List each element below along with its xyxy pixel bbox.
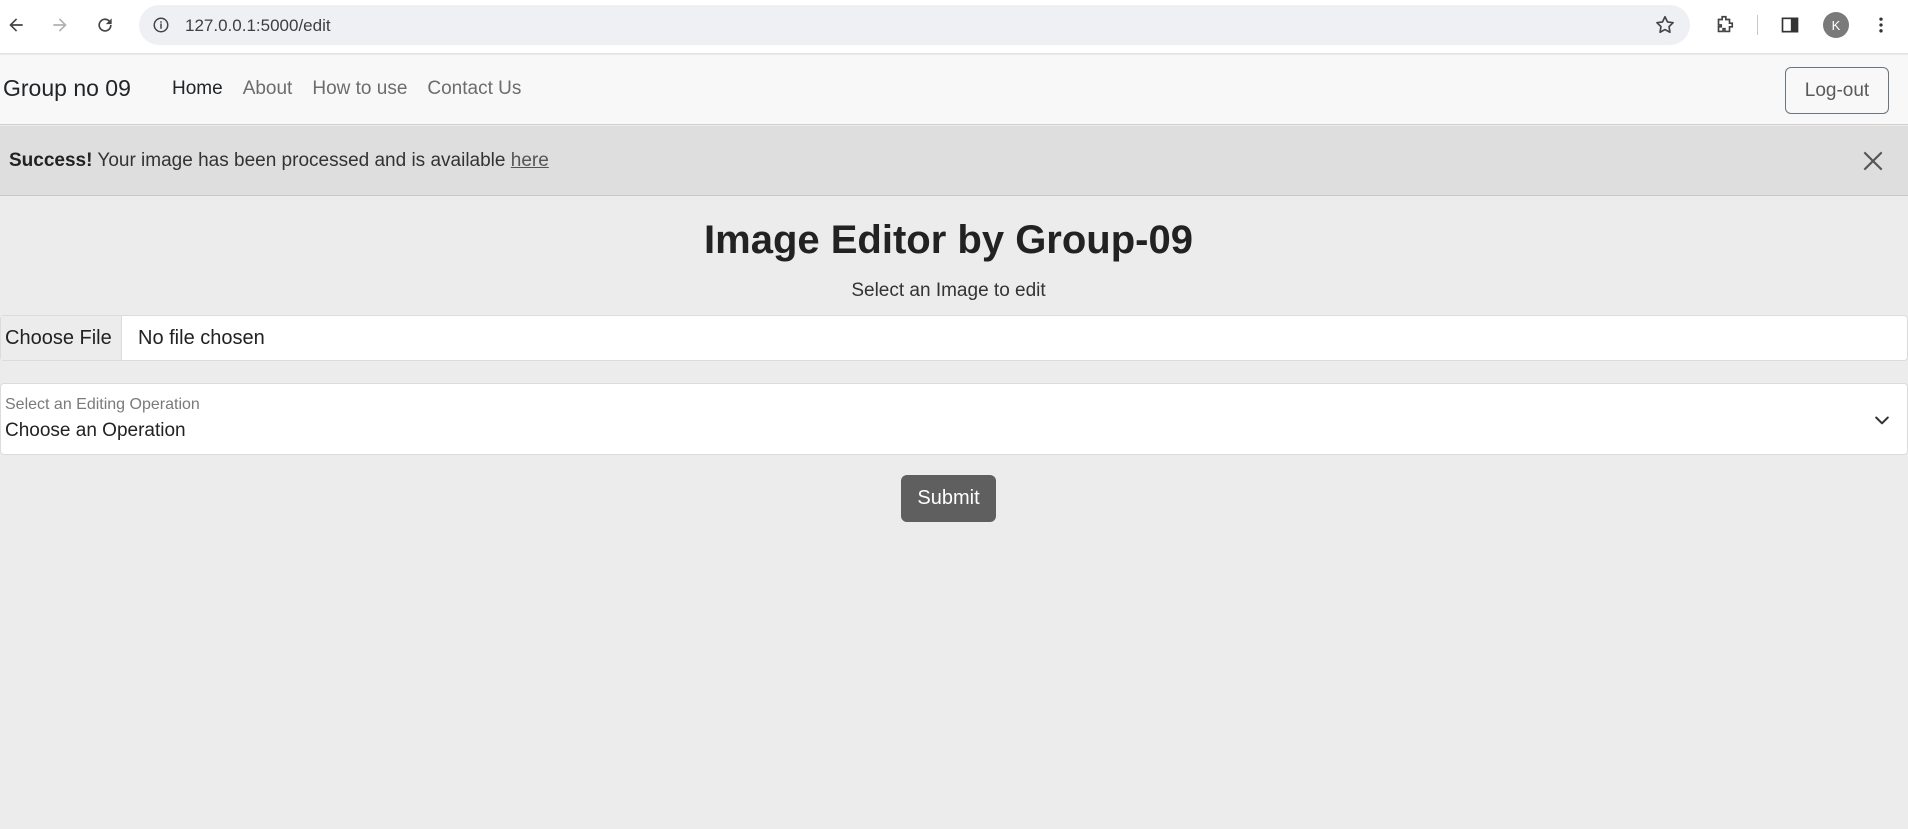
side-panel-icon[interactable] — [1775, 10, 1805, 40]
url-text: 127.0.0.1:5000/edit — [185, 16, 331, 35]
nav-link-about[interactable]: About — [233, 78, 303, 100]
success-alert: Success! Your image has been processed a… — [0, 126, 1908, 196]
logout-button[interactable]: Log-out — [1785, 67, 1889, 114]
select-current-value: Choose an Operation — [5, 420, 186, 441]
nav-link-how-to-use[interactable]: How to use — [302, 78, 417, 100]
extensions-icon[interactable] — [1709, 10, 1739, 40]
alert-here-link[interactable]: here — [511, 150, 549, 171]
nav-link-home[interactable]: Home — [172, 78, 233, 100]
alert-strong: Success! — [9, 150, 93, 171]
profile-avatar[interactable]: K — [1823, 12, 1849, 38]
browser-toolbar: 127.0.0.1:5000/edit K — [0, 0, 1908, 54]
choose-file-button[interactable]: Choose File — [1, 316, 122, 360]
address-bar[interactable]: 127.0.0.1:5000/edit — [139, 5, 1690, 45]
forward-icon[interactable] — [45, 10, 75, 40]
kebab-menu-icon[interactable] — [1866, 10, 1896, 40]
navbar-brand[interactable]: Group no 09 — [3, 75, 131, 102]
toolbar-divider — [1757, 15, 1758, 35]
file-status-text: No file chosen — [138, 327, 265, 349]
bookmark-star-icon[interactable] — [1654, 14, 1676, 36]
nav-links: Home About How to use Contact Us — [172, 78, 531, 100]
file-input[interactable]: Choose File No file chosen — [0, 315, 1908, 361]
close-icon[interactable] — [1860, 148, 1886, 174]
reload-icon[interactable] — [90, 10, 120, 40]
alert-body: Your image has been processed and is ava… — [92, 150, 511, 171]
site-navbar: Group no 09 Home About How to use Contac… — [0, 55, 1908, 125]
chevron-down-icon — [1872, 410, 1892, 430]
page-subtitle: Select an Image to edit — [851, 280, 1046, 301]
back-icon[interactable] — [1, 10, 31, 40]
operation-select[interactable]: Select an Editing Operation Choose an Op… — [0, 383, 1908, 455]
select-floating-label: Select an Editing Operation — [5, 396, 200, 413]
site-info-icon[interactable] — [149, 13, 173, 37]
alert-message: Success! Your image has been processed a… — [9, 150, 549, 172]
page-title: Image Editor by Group-09 — [704, 218, 1193, 262]
submit-button[interactable]: Submit — [901, 475, 996, 522]
nav-link-contact-us[interactable]: Contact Us — [417, 78, 531, 100]
